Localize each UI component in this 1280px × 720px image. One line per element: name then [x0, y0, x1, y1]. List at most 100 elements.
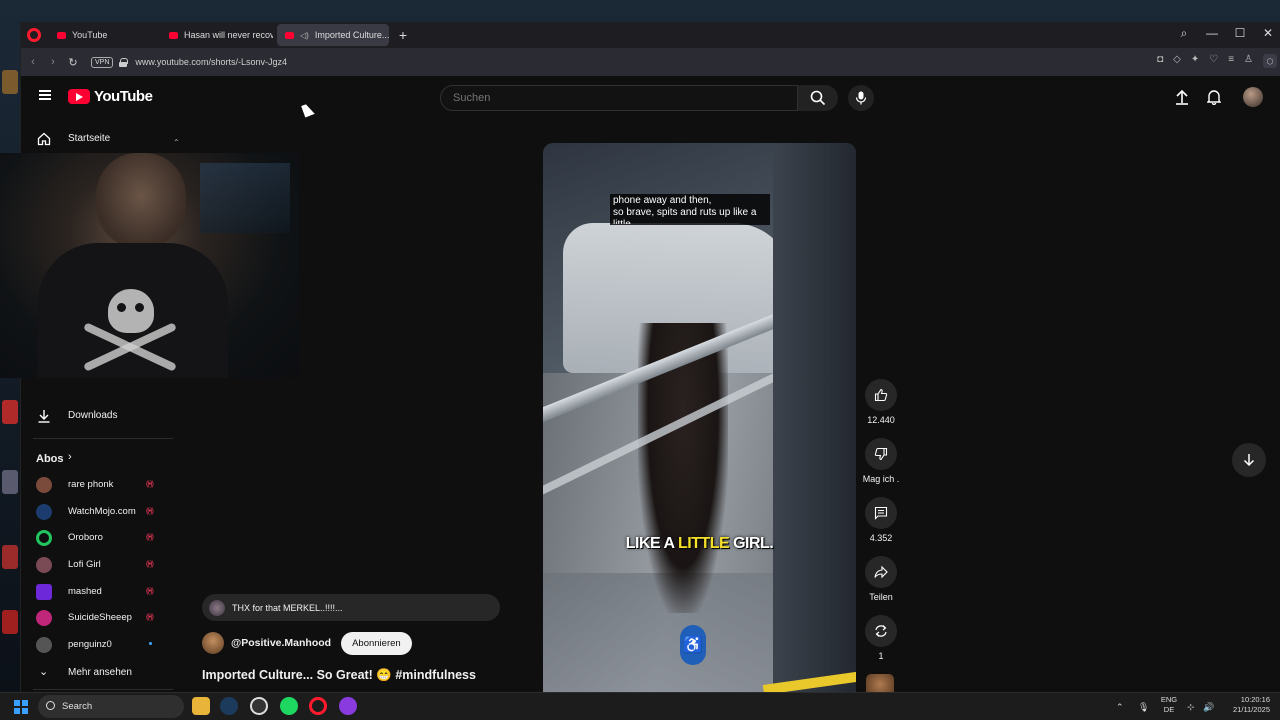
next-short-button[interactable] — [1232, 443, 1266, 477]
search-button[interactable] — [798, 85, 838, 111]
chevron-up-icon[interactable]: ⌃ — [1116, 702, 1124, 713]
pinned-comment-chip[interactable]: THX for that MERKEL..!!!!... — [202, 594, 500, 621]
tab-youtube[interactable]: YouTube — [49, 24, 157, 46]
extension-icon[interactable]: ✦ — [1191, 54, 1199, 68]
arrow-down-icon — [1243, 454, 1255, 467]
pinned-comment-text: THX for that MERKEL..!!!!... — [232, 602, 343, 613]
profile-icon[interactable]: ♙ — [1244, 54, 1253, 68]
video-scene-door — [773, 143, 856, 700]
subscription-name: Lofi Girl — [68, 559, 101, 570]
like-action: 12.440 — [861, 379, 901, 425]
live-indicator-icon: ((•)) — [146, 534, 154, 541]
subscription-item[interactable]: mashed ((•)) — [21, 580, 177, 604]
channel-avatar — [36, 610, 52, 626]
remix-count: 1 — [878, 651, 884, 661]
subscription-item[interactable]: penguinz0 — [21, 633, 177, 657]
tab-imported-culture[interactable]: ◁) Imported Culture... So — [277, 24, 389, 46]
desktop-shortcut-icon[interactable] — [2, 545, 18, 569]
youtube-logo[interactable]: YouTube — [68, 88, 153, 105]
language-indicator[interactable]: ENG DE — [1159, 695, 1179, 715]
opera-logo-icon[interactable] — [27, 28, 41, 42]
channel-avatar[interactable] — [202, 632, 224, 654]
lock-icon[interactable] — [119, 58, 129, 67]
language-code: ENG — [1160, 695, 1178, 704]
windows-start-icon[interactable] — [14, 700, 28, 714]
upload-icon[interactable] — [1173, 88, 1191, 106]
microphone-icon[interactable]: 🎙 — [1138, 702, 1149, 713]
short-video-player[interactable]: ♿ phone away and then, so brave, spits a… — [543, 143, 856, 700]
dislike-action: Mag ich . — [861, 438, 901, 484]
video-caption-main: LIKE A LITTLE GIRL. — [543, 535, 856, 553]
caption-line: little — [613, 219, 767, 224]
dislike-button[interactable] — [865, 438, 897, 470]
subscription-item[interactable]: Lofi Girl ((•)) — [21, 553, 177, 577]
minimize-icon[interactable]: — — [1205, 26, 1219, 41]
system-clock[interactable]: 10:20:16 21/11/2025 — [1222, 695, 1270, 715]
hamburger-menu-icon[interactable] — [39, 90, 51, 100]
sidebar-item-home[interactable]: Startseite — [21, 124, 177, 154]
search-icon — [810, 90, 826, 106]
subscriptions-title[interactable]: Abos — [36, 453, 64, 465]
browser-search-icon[interactable]: ⌕ — [1177, 26, 1191, 41]
taskbar-search-box[interactable]: Search — [38, 695, 184, 718]
clock-time: 10:20:16 — [1240, 695, 1270, 704]
spotify-icon[interactable] — [280, 697, 298, 715]
obs-icon[interactable] — [250, 697, 268, 715]
thumbs-up-icon — [874, 388, 888, 402]
tab-hasan-video[interactable]: Hasan will never recover f — [161, 24, 273, 46]
subscription-item[interactable]: SuicideSheeep ((•)) — [21, 606, 177, 630]
channel-avatar — [36, 530, 52, 546]
channel-row: @Positive.Manhood Abonnieren — [202, 631, 412, 655]
sidebar-item-downloads[interactable]: Downloads — [21, 401, 177, 431]
back-icon[interactable]: ‹ — [23, 56, 43, 68]
comments-button[interactable] — [865, 497, 897, 529]
caption-highlight: LITTLE — [677, 535, 730, 552]
subscription-item[interactable]: Oroboro ((•)) — [21, 526, 177, 550]
share-button[interactable] — [865, 556, 897, 588]
remix-button[interactable] — [865, 615, 897, 647]
sidebar-item-label: Downloads — [68, 410, 118, 421]
new-tab-button[interactable]: + — [395, 27, 411, 43]
speaker-icon[interactable]: ◁) — [300, 31, 309, 40]
channel-name[interactable]: @Positive.Manhood — [231, 637, 331, 649]
steam-icon[interactable] — [220, 697, 238, 715]
subscription-name: rare phonk — [68, 479, 114, 490]
video-title[interactable]: Imported Culture... So Great! 😁 #mindful… — [202, 668, 476, 683]
subscription-item[interactable]: WatchMojo.com ((•)) — [21, 500, 177, 524]
desktop-shortcut-icon[interactable] — [2, 610, 18, 634]
show-more-button[interactable]: ⌄ Mehr ansehen — [21, 658, 177, 688]
network-icon[interactable]: ⊹ — [1187, 702, 1195, 713]
volume-icon[interactable]: 🔊 — [1203, 702, 1214, 713]
masthead: YouTube — [21, 76, 1280, 118]
youtube-favicon-icon — [57, 31, 66, 39]
menu-lines-icon[interactable]: ≡ — [1228, 54, 1234, 68]
file-explorer-icon[interactable] — [192, 697, 210, 715]
reload-icon[interactable]: ↻ — [63, 56, 83, 69]
heart-icon[interactable]: ♡ — [1209, 54, 1218, 68]
forward-icon[interactable]: › — [43, 56, 63, 68]
video-caption-top: phone away and then, so brave, spits and… — [610, 194, 770, 225]
extensions-box-icon[interactable]: ⬡ — [1263, 54, 1277, 68]
desktop-shortcut-icon[interactable] — [2, 470, 18, 494]
maximize-icon[interactable]: ☐ — [1233, 26, 1247, 41]
like-button[interactable] — [865, 379, 897, 411]
shield-icon[interactable]: ◇ — [1173, 54, 1181, 68]
caption-line: phone away and then, — [613, 195, 712, 206]
tor-browser-icon[interactable] — [339, 697, 357, 715]
account-avatar[interactable] — [1243, 87, 1263, 107]
vpn-badge[interactable]: VPN — [91, 56, 114, 68]
subscription-name: penguinz0 — [68, 639, 112, 650]
url-field[interactable]: www.youtube.com/shorts/-Lsonv-Jgz4 — [135, 57, 287, 67]
subscribe-button[interactable]: Abonnieren — [341, 631, 412, 655]
desktop-shortcut-icon[interactable] — [2, 70, 18, 94]
snapshot-icon[interactable]: ◘ — [1157, 54, 1163, 68]
search-input[interactable] — [440, 85, 798, 111]
commenter-avatar — [209, 599, 225, 616]
notifications-bell-icon[interactable] — [1205, 88, 1223, 106]
close-icon[interactable]: ✕ — [1261, 26, 1275, 41]
subscription-item[interactable]: rare phonk ((•)) — [21, 473, 177, 497]
wheelchair-sign-icon: ♿ — [680, 625, 706, 665]
desktop-shortcut-icon[interactable] — [2, 400, 18, 424]
chevron-right-icon[interactable]: › — [68, 451, 72, 463]
opera-taskbar-icon[interactable] — [309, 697, 327, 715]
